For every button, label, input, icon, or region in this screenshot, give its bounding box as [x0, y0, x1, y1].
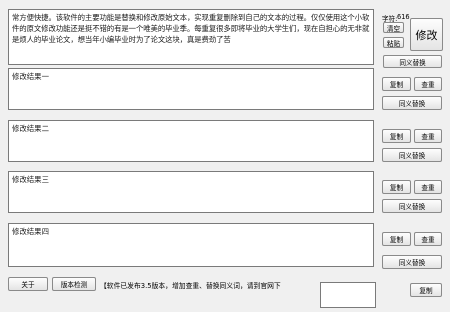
version-check-button[interactable]: 版本检测 — [52, 277, 96, 291]
copy-button-4[interactable]: 复制 — [382, 232, 411, 246]
copy-button-3[interactable]: 复制 — [382, 180, 411, 194]
char-count-value: 616 — [397, 13, 410, 21]
about-button[interactable]: 关于 — [8, 277, 48, 291]
synonym-button-source[interactable]: 同义替换 — [383, 55, 442, 68]
result-label-3: 修改结果三 — [12, 175, 49, 184]
result-area-3[interactable]: 修改结果三 — [8, 171, 374, 213]
copy-button-1[interactable]: 复制 — [382, 77, 411, 91]
status-notice: 【软件已发布3.5版本，增加查重、替换同义词，请到官网下 — [100, 280, 315, 290]
copy-button-2[interactable]: 复制 — [382, 129, 411, 143]
bottom-mini-text-area[interactable] — [320, 282, 376, 308]
synonym-button-2[interactable]: 同义替换 — [382, 148, 442, 162]
result-area-2[interactable]: 修改结果二 — [8, 120, 374, 162]
result-area-4[interactable]: 修改结果四 — [8, 223, 374, 267]
status-fade — [292, 276, 316, 294]
synonym-button-3[interactable]: 同义替换 — [382, 199, 442, 213]
paste-button[interactable]: 粘贴 — [383, 37, 404, 48]
clear-button[interactable]: 清空 — [383, 22, 404, 33]
source-text-area[interactable]: 常方便快捷。该软件的主要功能是替换和修改原始文本，实现重复删除到自己的文本的过程… — [8, 9, 374, 65]
result-label-1: 修改结果一 — [12, 72, 49, 81]
check-button-1[interactable]: 查重 — [414, 77, 442, 91]
result-area-1[interactable]: 修改结果一 — [8, 68, 374, 110]
copy-button-bottom[interactable]: 复制 — [410, 283, 442, 297]
source-text: 常方便快捷。该软件的主要功能是替换和修改原始文本，实现重复删除到自己的文本的过程… — [12, 13, 370, 44]
synonym-button-4[interactable]: 同义替换 — [382, 255, 442, 269]
modify-button[interactable]: 修改 — [410, 18, 443, 51]
check-button-3[interactable]: 查重 — [414, 180, 442, 194]
status-notice-text: 【软件已发布3.5版本，增加查重、替换同义词，请到官网下 — [100, 282, 281, 290]
result-label-4: 修改结果四 — [12, 227, 49, 236]
result-label-2: 修改结果二 — [12, 124, 49, 133]
check-button-2[interactable]: 查重 — [414, 129, 442, 143]
check-button-4[interactable]: 查重 — [414, 232, 442, 246]
synonym-button-1[interactable]: 同义替换 — [382, 96, 442, 110]
